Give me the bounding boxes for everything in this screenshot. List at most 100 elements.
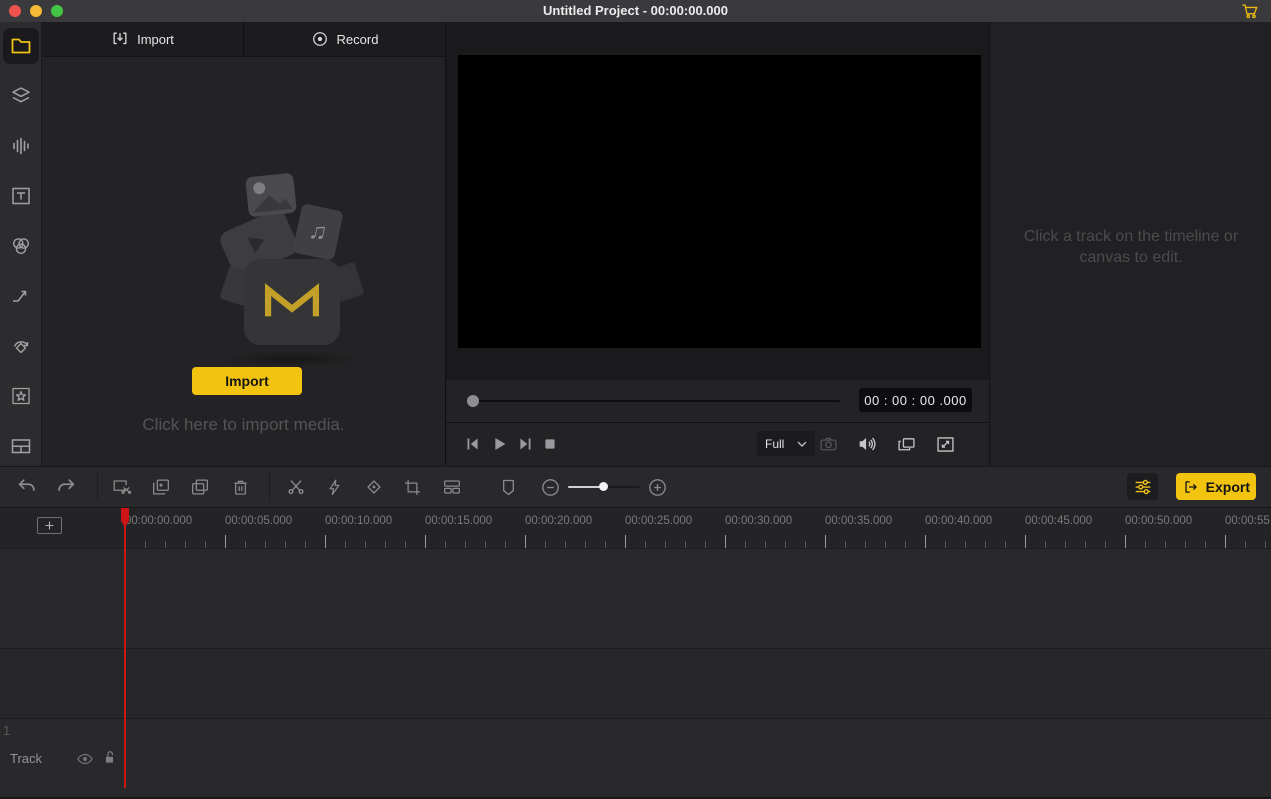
marker-button[interactable]: [496, 475, 520, 499]
marker-bookmark-icon: [502, 479, 514, 495]
redo-icon: [58, 479, 75, 492]
crop-button[interactable]: [400, 475, 424, 499]
sidebar-item-effects[interactable]: [3, 378, 39, 414]
sidebar-item-audio[interactable]: [3, 128, 39, 164]
previous-frame-icon: [467, 438, 478, 450]
timeline-lane-upper[interactable]: [0, 548, 1271, 648]
preview-right-buttons: [816, 432, 957, 456]
undo-button[interactable]: [15, 475, 39, 499]
play-button[interactable]: [487, 432, 511, 456]
next-frame-button[interactable]: [513, 432, 537, 456]
timeline-ruler[interactable]: 00:00:00.000 00:00:05.000 00:00:10.000 0…: [0, 508, 1271, 548]
sidebar-item-motion[interactable]: [3, 328, 39, 364]
timeline-lane-middle[interactable]: [0, 648, 1271, 718]
timeline-settings-button[interactable]: [1127, 473, 1158, 500]
keyframe-diamond-icon: [367, 480, 381, 494]
ruler-label: 00:00:45.000: [1025, 515, 1093, 527]
transitions-icon: [9, 284, 33, 308]
zoom-out-button[interactable]: [538, 475, 562, 499]
audio-waveform-icon: [9, 134, 33, 158]
titlebar: Untitled Project - 00:00:00.000: [0, 0, 1271, 23]
playhead-line: [124, 522, 126, 788]
playhead[interactable]: [121, 508, 129, 788]
speed-bolt-icon: [329, 478, 339, 495]
ruler-label: 00:00:20.000: [525, 515, 593, 527]
play-icon: [495, 438, 506, 450]
duplicate-window-button[interactable]: [894, 432, 918, 456]
sidebar-item-filters[interactable]: [3, 228, 39, 264]
text-icon: [9, 184, 33, 208]
tab-import-label: Import: [137, 31, 174, 47]
sidebar-item-transitions[interactable]: [3, 278, 39, 314]
volume-button[interactable]: [855, 432, 879, 456]
import-tab-icon: [111, 30, 129, 48]
seek-thumb[interactable]: [467, 395, 479, 407]
timeline: 00:00:00.000 00:00:05.000 00:00:10.000 0…: [0, 508, 1271, 799]
inspector-panel: Click a track on the timeline or canvas …: [989, 22, 1271, 466]
track-lock-toggle[interactable]: [100, 748, 120, 768]
cut-clip-button[interactable]: [110, 475, 134, 499]
split-screen-layout-button[interactable]: [440, 475, 464, 499]
app-logo-icon: [264, 283, 320, 317]
timeline-track-row[interactable]: 1 Track: [0, 718, 1271, 797]
seek-bar[interactable]: [473, 400, 840, 402]
preview-scale-select[interactable]: Full: [757, 431, 815, 456]
sidebar-item-elements[interactable]: [3, 78, 39, 114]
ruler-label: 00:00:50.000: [1125, 515, 1193, 527]
split-screen-layout-icon: [444, 480, 460, 494]
speed-button[interactable]: [322, 475, 346, 499]
ruler-label: 00:00:05.000: [225, 515, 293, 527]
zoom-in-button[interactable]: [645, 475, 669, 499]
snapshot-button[interactable]: [816, 432, 840, 456]
import-dropzone[interactable]: ♫ Import Click here to import media.: [42, 57, 445, 466]
previous-frame-button[interactable]: [461, 432, 485, 456]
cart-icon[interactable]: [1241, 3, 1259, 19]
redo-button[interactable]: [54, 475, 78, 499]
tab-record[interactable]: Record: [243, 22, 445, 56]
tab-record-label: Record: [336, 31, 379, 47]
timeline-zoom-slider-thumb[interactable]: [599, 482, 608, 491]
keyframe-button[interactable]: [362, 475, 386, 499]
zoom-in-icon: [648, 478, 666, 496]
ruler-label: 00:00:40.000: [925, 515, 993, 527]
tool-sidebar: [0, 22, 42, 466]
export-button-label: Export: [1205, 478, 1250, 495]
ruler-label: 00:00:10.000: [325, 515, 393, 527]
media-panel: Import Record ♫ Import Click here to imp…: [42, 22, 446, 466]
tab-import[interactable]: Import: [42, 22, 243, 56]
seek-row: 00 : 00 : 00 .000: [446, 380, 989, 422]
sidebar-item-text[interactable]: [3, 178, 39, 214]
fullscreen-button[interactable]: [933, 432, 957, 456]
ruler-label: 00:00:00.000: [125, 515, 193, 527]
toolbar-separator: [269, 473, 270, 501]
import-button[interactable]: Import: [192, 367, 302, 395]
split-clip-button[interactable]: [284, 475, 308, 499]
ruler-label: 00:00:25.000: [625, 515, 693, 527]
crop-icon: [404, 479, 420, 495]
ruler-label: 00:00:35.000: [825, 515, 893, 527]
split-screen-icon: [9, 434, 33, 458]
unlock-icon: [105, 751, 114, 763]
track-visibility-toggle[interactable]: [75, 749, 95, 769]
delete-clip-button[interactable]: [228, 475, 252, 499]
app-logo-box: [244, 259, 340, 345]
motion-icon: [9, 334, 33, 358]
volume-icon: [859, 437, 876, 451]
app-window: Untitled Project - 00:00:00.000 Import R…: [0, 0, 1271, 799]
adjust-sliders-icon: [1135, 479, 1150, 494]
import-hint-text: Click here to import media.: [142, 415, 345, 434]
delete-trash-icon: [233, 480, 247, 495]
duplicate-clip-icon: [192, 479, 208, 495]
paste-clip-button[interactable]: [149, 475, 173, 499]
ruler-ticks: [125, 535, 1271, 548]
window-title: Untitled Project - 00:00:00.000: [543, 3, 728, 18]
snapshot-camera-icon: [819, 437, 837, 450]
export-button[interactable]: Export: [1176, 473, 1256, 500]
stop-button[interactable]: [538, 432, 562, 456]
duplicate-window-icon: [897, 437, 915, 450]
ruler-label: 00:00:30.000: [725, 515, 793, 527]
sidebar-item-split-screen[interactable]: [3, 428, 39, 464]
edit-toolbar: Export: [0, 466, 1271, 508]
sidebar-item-media[interactable]: [2, 28, 39, 64]
duplicate-clip-button[interactable]: [188, 475, 212, 499]
